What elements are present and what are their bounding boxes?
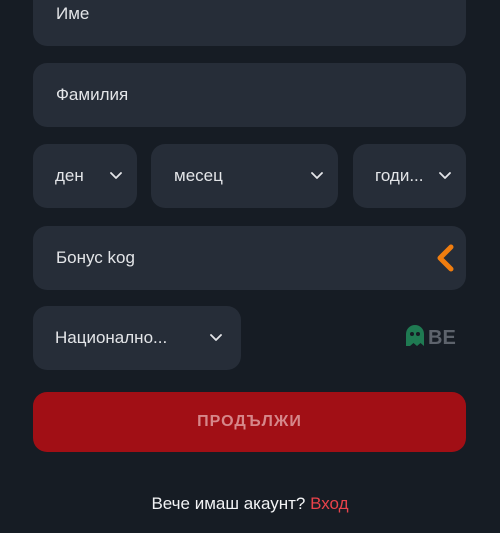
first-name-placeholder: Име	[56, 4, 90, 23]
continue-button[interactable]: ПРОДЪЛЖИ	[33, 392, 466, 452]
bonus-code-field[interactable]: Бонус kog	[33, 226, 466, 290]
birth-month-select[interactable]: месец	[151, 144, 338, 208]
nationality-label: Национално...	[55, 328, 168, 347]
chevron-down-icon	[438, 169, 452, 183]
login-link[interactable]: Вход	[310, 494, 348, 513]
be-badge-text: BE	[428, 326, 456, 349]
last-name-placeholder: Фамилия	[56, 85, 129, 104]
ghost-icon	[404, 324, 426, 353]
chevron-left-icon[interactable]	[434, 243, 456, 273]
birth-year-select[interactable]: годи...	[353, 144, 466, 208]
chevron-down-icon	[209, 331, 223, 345]
login-prompt-text: Вече имаш акаунт?	[151, 494, 306, 513]
chevron-down-icon	[310, 169, 324, 183]
nationality-select[interactable]: Национално...	[33, 306, 241, 370]
login-prompt: Вече имаш акаунт? Вход	[0, 494, 500, 514]
birth-day-select[interactable]: ден	[33, 144, 137, 208]
registration-page: Име Фамилия ден месец годи... Бонус kog …	[0, 0, 500, 533]
first-name-field[interactable]: Име	[33, 0, 466, 46]
birth-month-label: месец	[174, 166, 223, 185]
bonus-code-placeholder: Бонус kog	[56, 248, 135, 267]
birth-day-label: ден	[55, 166, 84, 185]
last-name-field[interactable]: Фамилия	[33, 63, 466, 127]
be-badge: BE	[404, 324, 458, 352]
chevron-down-icon	[109, 169, 123, 183]
birth-year-label: годи...	[375, 166, 424, 185]
